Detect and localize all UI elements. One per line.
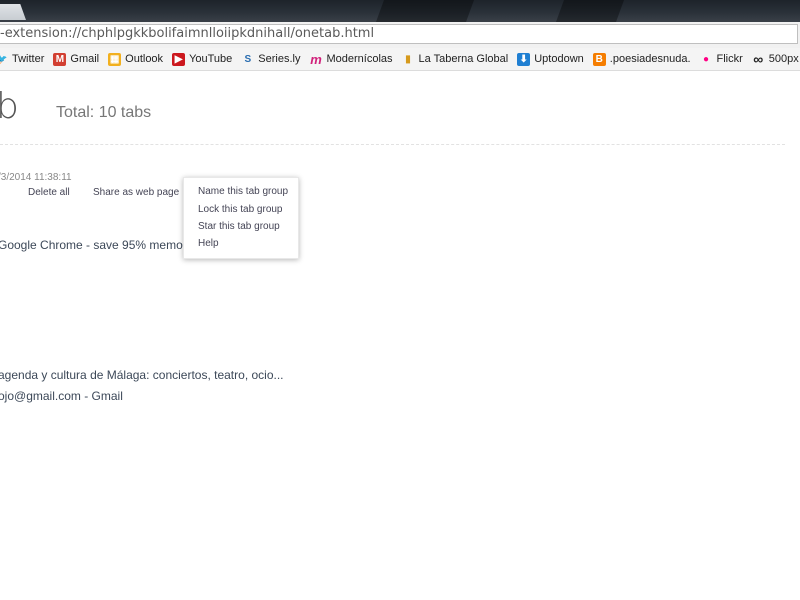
- bookmark-la-taberna-global[interactable]: ▮ La Taberna Global: [402, 53, 509, 66]
- bookmark-label: Flickr: [716, 53, 743, 65]
- bookmark-poesiadesnuda[interactable]: B .poesiadesnuda.: [592, 52, 691, 66]
- menu-item-help[interactable]: Help: [198, 238, 219, 249]
- tab-link[interactable]: ojo@gmail.com - Gmail: [0, 389, 123, 403]
- bookmark-label: .poesiadesnuda.: [609, 53, 691, 65]
- header-divider: [0, 144, 785, 145]
- bookmark-series-ly[interactable]: S Series.ly: [241, 53, 300, 66]
- onetab-logo: b: [0, 86, 19, 127]
- bookmarks-bar: 🐦 Twitter MGmail ▦Outlook ▶YouTube S Series.ly…: [0, 48, 800, 71]
- menu-item-star-group[interactable]: Star this tab group: [198, 221, 280, 232]
- seriesly-icon: S: [244, 53, 252, 65]
- bookmark-label: La Taberna Global: [418, 53, 509, 65]
- bookmark-modern-colas[interactable]: m Modernícolas: [309, 53, 392, 66]
- bookmark-label: Gmail: [70, 53, 100, 65]
- modernicolas-icon: m: [310, 51, 322, 67]
- bookmark-label: YouTube: [189, 53, 233, 65]
- delete-all-link[interactable]: Delete all: [28, 187, 70, 198]
- uptodown-icon: ⬇: [517, 52, 531, 66]
- bookmark-label: Twitter: [12, 53, 45, 65]
- tab-group-date: /3/2014 11:38:11: [0, 172, 72, 183]
- titlebar-background: [555, 0, 625, 22]
- bookmark-gmail[interactable]: M Gmail: [53, 52, 100, 66]
- bookmark-outlook[interactable]: ▦ Outlook: [108, 52, 164, 66]
- menu-item-name-group[interactable]: Name this tab group: [198, 186, 288, 197]
- titlebar-background: [375, 0, 475, 22]
- bookmark-uptodown[interactable]: ⬇ Uptodown: [517, 52, 584, 66]
- tab-group-menu: Name this tab group Lock this tab group …: [183, 177, 299, 259]
- gmail-icon: M: [53, 52, 67, 66]
- browser-toolbar: -extension://chphlpgkkbolifaimnlloiipkdn…: [0, 22, 800, 49]
- total-tabs-count: Total: 10 tabs: [56, 104, 152, 121]
- bookmark-label: 500px: [768, 53, 799, 65]
- address-bar[interactable]: -extension://chphlpgkkbolifaimnlloiipkdn…: [0, 24, 798, 44]
- bookmark-label: Outlook: [125, 53, 164, 65]
- bookmark-label: Series.ly: [258, 53, 301, 65]
- youtube-icon: ▶: [172, 52, 186, 66]
- blogger-icon: B: [592, 52, 606, 66]
- window-titlebar: [0, 0, 800, 22]
- bookmark-flickr[interactable]: ● Flickr: [700, 53, 743, 66]
- bookmark-label: Modernícolas: [326, 53, 393, 65]
- bookmark-label: Uptodown: [534, 53, 584, 65]
- windows-logo-icon: ▦: [108, 52, 122, 66]
- bookmark-500px[interactable]: ∞ 500px: [752, 50, 799, 67]
- browser-tab[interactable]: [0, 4, 26, 20]
- tab-link[interactable]: Google Chrome - save 95% memory a: [0, 238, 203, 252]
- infinity-icon: ∞: [753, 50, 764, 67]
- twitter-bird-icon: 🐦: [0, 53, 8, 66]
- flickr-icon: ●: [702, 53, 710, 65]
- tab-link[interactable]: agenda y cultura de Málaga: conciertos, …: [0, 368, 284, 382]
- share-as-web-page-link[interactable]: Share as web page: [93, 187, 179, 198]
- menu-item-lock-group[interactable]: Lock this tab group: [198, 204, 283, 215]
- bookmark-twitter[interactable]: 🐦 Twitter: [0, 53, 44, 66]
- bookmark-youtube[interactable]: ▶ YouTube: [172, 52, 233, 66]
- beer-icon: ▮: [405, 53, 411, 65]
